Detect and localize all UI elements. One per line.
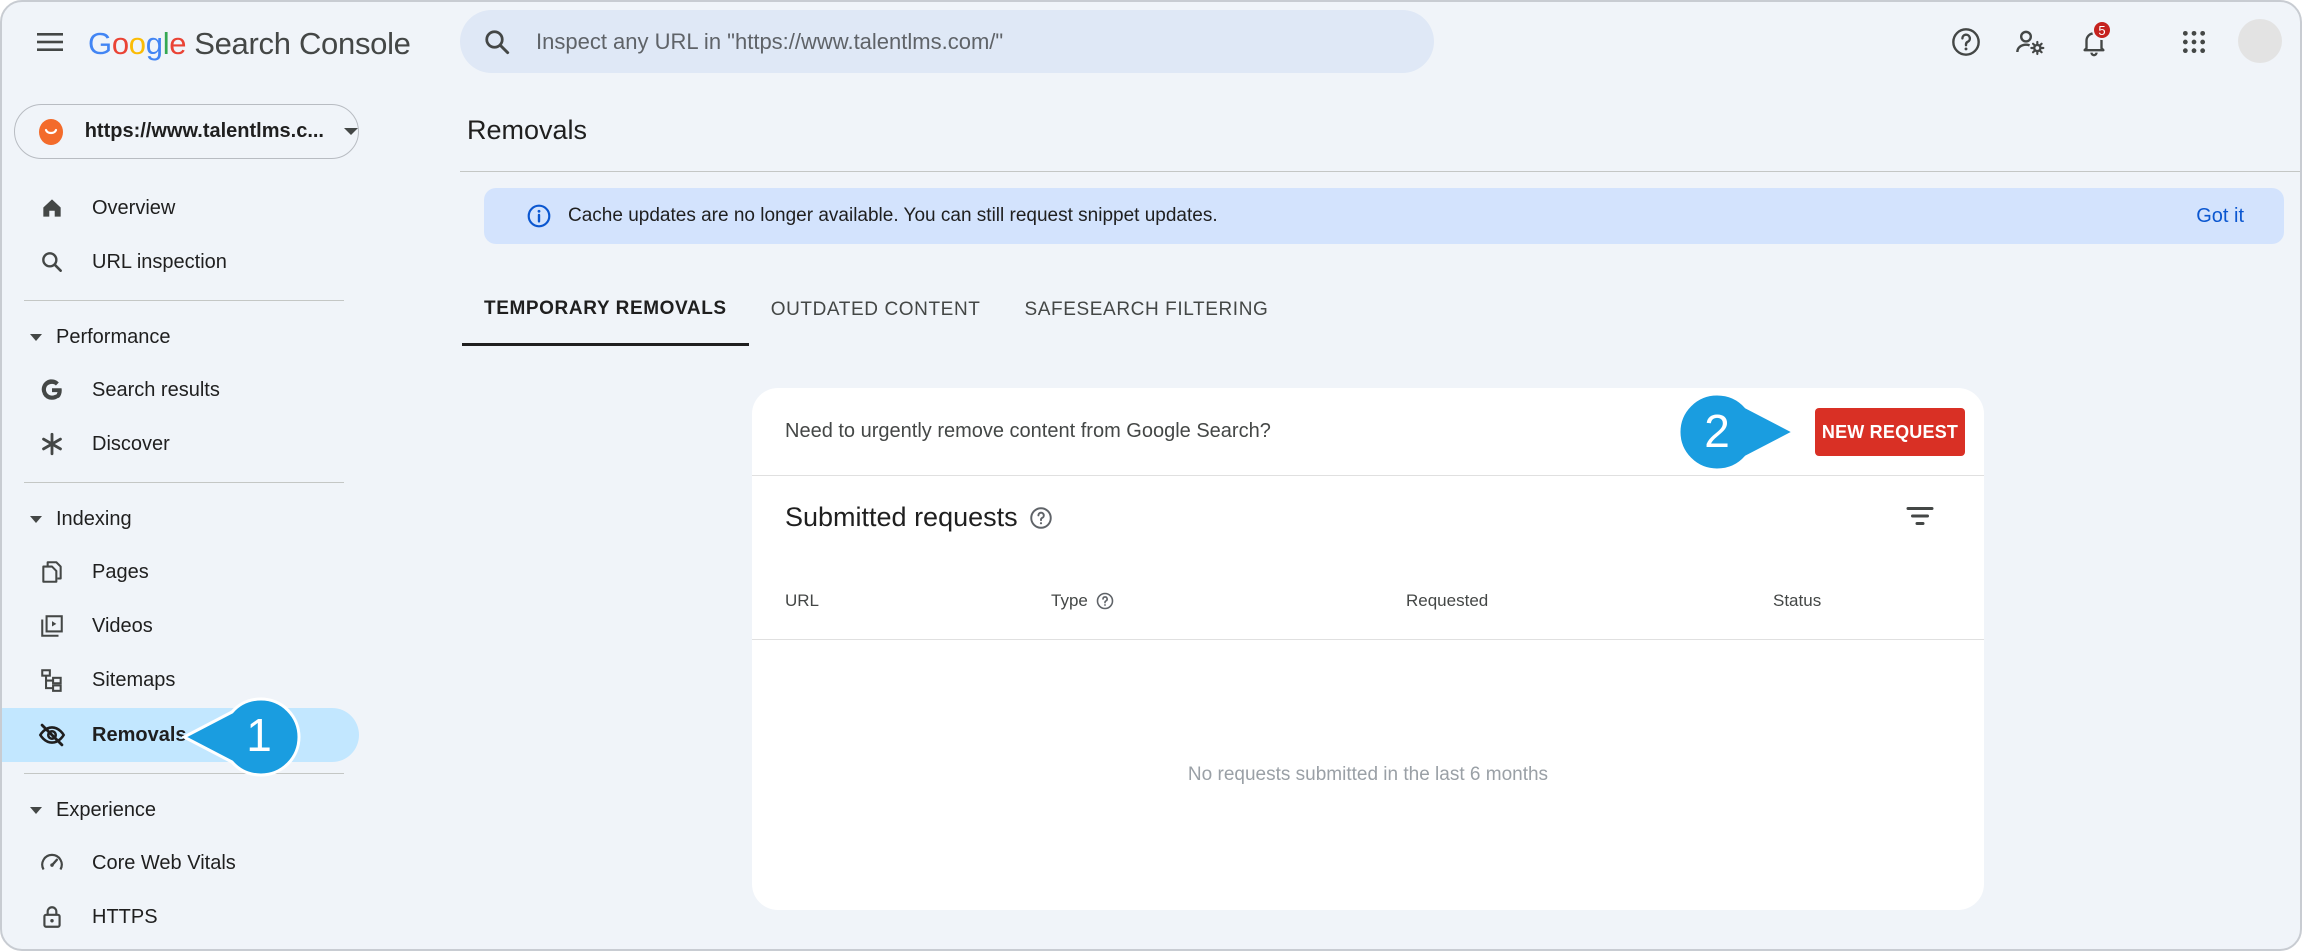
filter-icon[interactable] (1902, 498, 1938, 534)
eye-off-icon (38, 721, 66, 749)
search-console-logo[interactable]: Google Search Console (88, 24, 411, 64)
product-name: Search Console (194, 26, 411, 61)
tab-outdated-content[interactable]: OUTDATED CONTENT (749, 274, 1003, 346)
sidebar-item-label: Videos (92, 614, 153, 637)
google-g-icon (38, 376, 66, 404)
tab-safesearch-filtering[interactable]: SAFESEARCH FILTERING (1002, 274, 1290, 346)
property-url: https://www.talentlms.c... (84, 120, 324, 142)
sidebar-item-discover[interactable]: Discover (2, 417, 359, 471)
gauge-icon (38, 849, 66, 877)
title-divider (460, 171, 2300, 172)
pages-icon (38, 558, 66, 586)
section-label: Performance (56, 325, 171, 348)
column-label: Status (1773, 591, 1822, 610)
sidebar-item-url-inspection[interactable]: URL inspection (2, 235, 359, 289)
column-header-url[interactable]: URL (785, 591, 819, 611)
column-label: URL (785, 591, 820, 610)
card-subtitle: Submitted requests (785, 502, 1018, 532)
search-icon (485, 29, 510, 54)
user-settings-icon[interactable] (2010, 22, 2050, 62)
column-label: Type (1051, 591, 1088, 610)
asterisk-icon (38, 430, 66, 458)
home-icon (38, 194, 66, 222)
google-wordmark: Google (88, 26, 187, 61)
sidebar-item-label: Pages (92, 560, 149, 583)
sidebar-item-removals[interactable]: Removals (2, 708, 359, 762)
sidebar-section-experience[interactable]: Experience (2, 790, 156, 830)
sidebar-item-label: Removals (92, 723, 187, 746)
sidebar-divider (24, 482, 344, 483)
caret-down-icon (30, 333, 42, 341)
sidebar-section-indexing[interactable]: Indexing (2, 499, 132, 539)
property-favicon-icon (39, 118, 63, 145)
apps-grid-icon[interactable] (2174, 22, 2214, 62)
callout-number: 2 (1704, 405, 1730, 457)
column-header-type[interactable]: Type (1051, 591, 1115, 611)
app-window: Google Search Console 5 https://www.tale… (0, 0, 2302, 951)
sidebar-divider (24, 300, 344, 301)
column-header-requested[interactable]: Requested (1406, 591, 1488, 611)
sidebar-item-label: Overview (92, 196, 176, 219)
got-it-button[interactable]: Got it (2196, 205, 2244, 228)
sidebar-item-label: HTTPS (92, 905, 158, 928)
submitted-requests-heading: Submitted requests (785, 502, 1054, 533)
help-icon[interactable] (1095, 591, 1115, 611)
sidebar-item-label: Sitemaps (92, 668, 176, 691)
sidebar-item-label: Core Web Vitals (92, 851, 236, 874)
sidebar-item-search-results[interactable]: Search results (2, 363, 359, 417)
callout-marker-1: 1 (182, 697, 301, 777)
sidebar-item-videos[interactable]: Videos (2, 599, 359, 653)
info-icon (527, 204, 551, 228)
top-bar: Google Search Console 5 (2, 2, 2300, 82)
help-icon[interactable] (1946, 22, 1986, 62)
info-banner: Cache updates are no longer available. Y… (484, 188, 2284, 244)
urgent-removal-question: Need to urgently remove content from Goo… (785, 420, 1271, 442)
page-title: Removals (467, 115, 588, 145)
url-inspection-search[interactable] (460, 10, 1434, 73)
video-icon (38, 612, 66, 640)
search-icon (38, 248, 66, 276)
table-header-divider (752, 639, 1984, 640)
notification-badge: 5 (2092, 20, 2112, 40)
banner-message: Cache updates are no longer available. Y… (568, 205, 1218, 226)
section-label: Indexing (56, 507, 132, 530)
lock-icon (38, 903, 66, 931)
section-label: Experience (56, 798, 157, 821)
help-icon[interactable] (1028, 505, 1054, 531)
caret-down-icon (30, 515, 42, 523)
removal-tabs: TEMPORARY REMOVALS OUTDATED CONTENT SAFE… (462, 274, 1290, 346)
sidebar-section-performance[interactable]: Performance (2, 317, 171, 357)
caret-down-icon (30, 806, 42, 814)
sidebar-item-label: URL inspection (92, 250, 227, 273)
sidebar-item-overview[interactable]: Overview (2, 181, 359, 235)
account-avatar[interactable] (2238, 19, 2282, 63)
tab-temporary-removals[interactable]: TEMPORARY REMOVALS (462, 274, 749, 346)
sidebar-item-sitemaps[interactable]: Sitemaps (2, 653, 359, 707)
new-request-button[interactable]: NEW REQUEST (1815, 408, 1965, 456)
notifications-icon[interactable]: 5 (2074, 20, 2114, 62)
sidebar-item-pages[interactable]: Pages (2, 545, 359, 599)
sitemap-icon (38, 666, 66, 694)
column-header-status[interactable]: Status (1773, 591, 1821, 611)
column-label: Requested (1406, 591, 1489, 610)
callout-number: 1 (246, 709, 272, 761)
callout-marker-2: 2 (1677, 392, 1798, 472)
search-input[interactable] (536, 28, 1396, 55)
property-selector[interactable]: https://www.talentlms.c... (14, 104, 359, 159)
empty-state-message: No requests submitted in the last 6 mont… (1187, 764, 1549, 785)
sidebar-item-https[interactable]: HTTPS (2, 890, 359, 944)
chevron-down-icon (344, 128, 358, 135)
sidebar-item-core-web-vitals[interactable]: Core Web Vitals (2, 836, 359, 890)
sidebar-item-label: Search results (92, 378, 220, 401)
main-menu-icon[interactable] (30, 22, 70, 62)
sidebar-item-label: Discover (92, 432, 170, 455)
